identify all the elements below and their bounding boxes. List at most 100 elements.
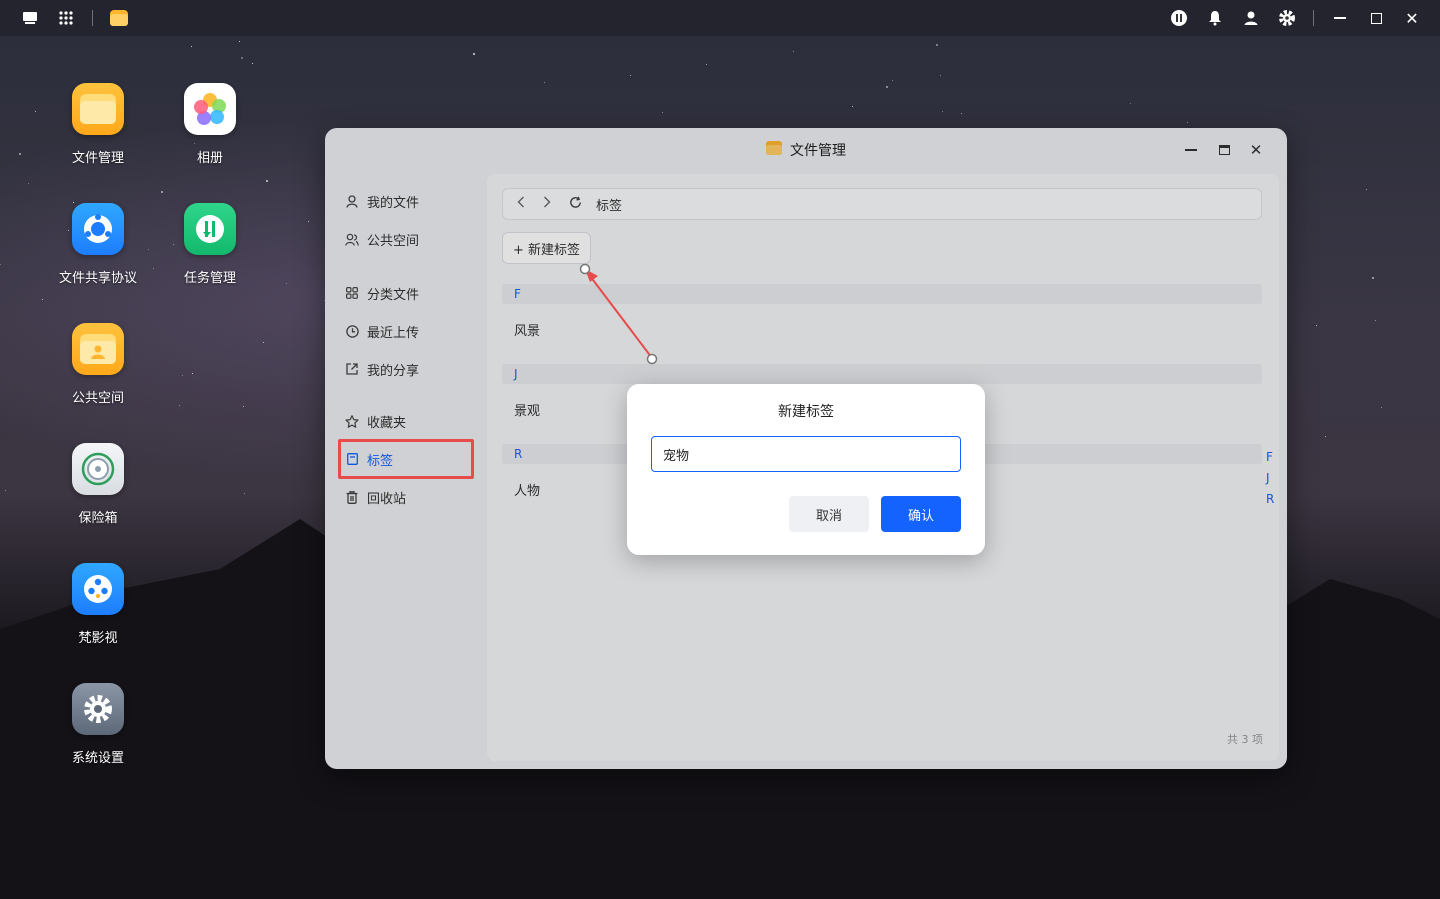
star bbox=[239, 41, 241, 43]
desktop-app-safe[interactable]: 保险箱 bbox=[48, 443, 148, 526]
folder-icon bbox=[72, 83, 124, 135]
sidebar-item-categories[interactable]: 分类文件 bbox=[345, 282, 419, 304]
star bbox=[27, 182, 29, 184]
desktop-app-label: 系统设置 bbox=[71, 751, 124, 766]
sidebar-item-recycle-bin[interactable]: 回收站 bbox=[345, 486, 406, 508]
desktop-app-task-manager[interactable]: 任务管理 bbox=[160, 203, 260, 286]
star bbox=[0, 264, 2, 266]
star bbox=[706, 63, 708, 65]
dialog-title: 新建标签 bbox=[778, 404, 834, 420]
star bbox=[181, 375, 183, 377]
star bbox=[286, 282, 288, 284]
tag-item[interactable]: 景观 bbox=[514, 400, 540, 419]
tag-name-input[interactable] bbox=[651, 436, 961, 472]
star bbox=[251, 63, 253, 65]
star bbox=[1372, 276, 1375, 279]
window-maximize-button[interactable] bbox=[1208, 128, 1240, 172]
star bbox=[241, 57, 244, 60]
desktop-app-label: 任务管理 bbox=[183, 271, 236, 286]
window-minimize-button[interactable] bbox=[1175, 128, 1207, 172]
sidebar-item-favorites[interactable]: 收藏夹 bbox=[345, 410, 406, 432]
forward-icon[interactable] bbox=[543, 196, 551, 212]
highlight-annotation-box bbox=[338, 439, 474, 479]
sidebar-item-label: 公共空间 bbox=[367, 233, 420, 249]
desktop-app-video[interactable]: 梵影视 bbox=[48, 563, 148, 646]
star bbox=[243, 493, 245, 495]
star bbox=[1325, 435, 1327, 437]
confirm-button[interactable]: 确认 bbox=[881, 496, 961, 532]
desktop-app-label: 公共空间 bbox=[71, 391, 124, 406]
safe-icon bbox=[72, 443, 124, 495]
apps-grid-icon[interactable] bbox=[48, 0, 84, 36]
group-header-j: J bbox=[502, 364, 1262, 384]
share-protocol-icon bbox=[72, 203, 124, 255]
taskbar-separator bbox=[92, 10, 93, 26]
desktop-app-photos[interactable]: 相册 bbox=[160, 83, 260, 166]
tag-item[interactable]: 风景 bbox=[514, 320, 540, 339]
star bbox=[960, 112, 962, 114]
star bbox=[851, 105, 853, 107]
star bbox=[892, 79, 894, 81]
new-tag-dialog: 新建标签 取消 确认 bbox=[627, 384, 985, 555]
sidebar-item-recent-uploads[interactable]: 最近上传 bbox=[345, 320, 419, 342]
desktop-app-label: 文件共享协议 bbox=[58, 271, 137, 286]
breadcrumb[interactable]: 标签 bbox=[596, 195, 622, 214]
cancel-button[interactable]: 取消 bbox=[789, 496, 869, 532]
settings-icon bbox=[72, 683, 124, 735]
file-manager-icon[interactable] bbox=[101, 0, 137, 36]
desktop-app-settings[interactable]: 系统设置 bbox=[48, 683, 148, 766]
file-manager-icon bbox=[766, 141, 782, 159]
grid-icon bbox=[345, 286, 359, 300]
share-icon bbox=[345, 362, 359, 376]
trash-icon bbox=[345, 490, 359, 504]
new-tag-button[interactable]: + 新建标签 bbox=[502, 232, 592, 264]
refresh-icon[interactable] bbox=[569, 196, 582, 213]
sidebar-item-my-shares[interactable]: 我的分享 bbox=[345, 358, 419, 380]
index-letter-j[interactable]: J bbox=[1266, 471, 1270, 485]
star bbox=[942, 110, 944, 112]
public-folder-icon bbox=[72, 323, 124, 375]
sidebar-item-my-files[interactable]: 我的文件 bbox=[345, 190, 419, 212]
users-icon bbox=[345, 232, 359, 246]
group-header-f: F bbox=[502, 284, 1262, 304]
close-icon[interactable]: ✕ bbox=[1394, 0, 1430, 36]
star bbox=[191, 45, 193, 47]
star bbox=[307, 221, 309, 223]
star bbox=[935, 43, 938, 46]
star bbox=[629, 74, 631, 76]
user-icon[interactable] bbox=[1233, 0, 1269, 36]
star bbox=[792, 51, 794, 53]
star bbox=[1130, 102, 1132, 104]
sidebar-item-label: 收藏夹 bbox=[367, 415, 407, 431]
dashboard-icon[interactable] bbox=[1161, 0, 1197, 36]
index-letter-f[interactable]: F bbox=[1266, 450, 1273, 464]
star bbox=[161, 190, 164, 193]
maximize-icon[interactable] bbox=[1358, 0, 1394, 36]
sidebar-item-public-space[interactable]: 公共空间 bbox=[345, 228, 419, 250]
window-titlebar[interactable]: 文件管理 bbox=[325, 128, 1287, 172]
photos-icon bbox=[184, 83, 236, 135]
back-icon[interactable] bbox=[517, 196, 525, 212]
desktop-app-label: 梵影视 bbox=[78, 631, 118, 646]
minimize-icon[interactable] bbox=[1322, 0, 1358, 36]
window-close-button[interactable]: ✕ bbox=[1240, 128, 1272, 172]
desktop-icon[interactable] bbox=[12, 0, 48, 36]
gear-icon[interactable] bbox=[1269, 0, 1305, 36]
desktop-app-public-space[interactable]: 公共空间 bbox=[48, 323, 148, 406]
star bbox=[153, 268, 155, 270]
path-bar: 标签 bbox=[502, 188, 1262, 220]
window-title: 文件管理 bbox=[790, 143, 846, 159]
star bbox=[1365, 189, 1367, 191]
star bbox=[5, 490, 7, 492]
star bbox=[940, 75, 942, 77]
index-letter-r[interactable]: R bbox=[1266, 492, 1274, 506]
tag-item[interactable]: 人物 bbox=[514, 480, 540, 499]
desktop-app-file-manager[interactable]: 文件管理 bbox=[48, 83, 148, 166]
bell-icon[interactable] bbox=[1197, 0, 1233, 36]
star bbox=[1187, 122, 1189, 124]
user-icon bbox=[345, 194, 359, 208]
sidebar-item-label: 我的文件 bbox=[367, 195, 420, 211]
desktop-app-share-protocol[interactable]: 文件共享协议 bbox=[48, 203, 148, 286]
star bbox=[191, 373, 193, 374]
star bbox=[1315, 324, 1317, 326]
